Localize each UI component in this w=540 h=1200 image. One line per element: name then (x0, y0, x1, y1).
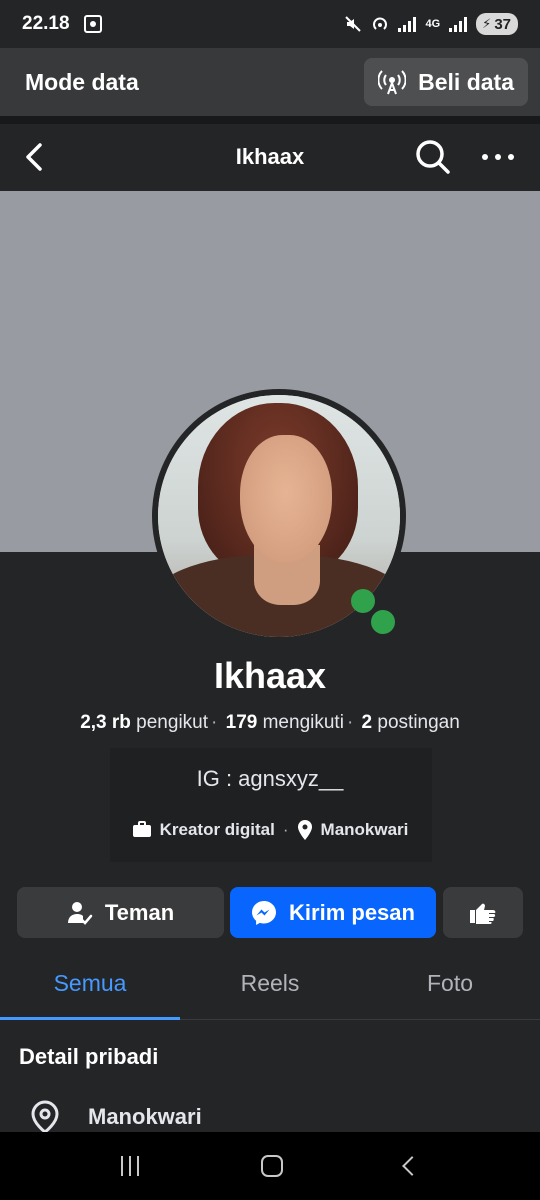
friend-check-icon (67, 901, 93, 925)
more-actions-button[interactable] (443, 887, 523, 938)
hand-point-icon (470, 903, 496, 924)
more-icon[interactable] (478, 142, 518, 172)
tab-all[interactable]: Semua (0, 958, 180, 1020)
send-message-label: Kirim pesan (289, 899, 415, 925)
signal-icon-2 (449, 16, 468, 32)
tab-reels[interactable]: Reels (180, 958, 360, 1019)
recent-apps-icon[interactable] (121, 1156, 139, 1176)
following-count[interactable]: 179 (226, 712, 258, 733)
posts-label: postingan (377, 712, 460, 733)
detail-location-row: Manokwari (30, 1100, 202, 1134)
send-message-button[interactable]: Kirim pesan (230, 887, 436, 938)
online-status-indicator (351, 589, 375, 613)
profile-bio: IG : agnsxyz__ (196, 766, 344, 791)
profile-header: Ikhaax (0, 124, 540, 190)
tab-photos[interactable]: Foto (360, 958, 540, 1019)
location-pin-icon (297, 820, 312, 840)
status-icons: 4G ⚡ 37 (344, 13, 518, 35)
network-type: 4G (425, 18, 441, 30)
profile-location: Manokwari (320, 820, 409, 839)
briefcase-icon (132, 821, 151, 837)
followers-count[interactable]: 2,3 rb (80, 712, 131, 733)
mute-icon (345, 16, 362, 32)
posts-count: 2 (361, 712, 373, 733)
followers-label[interactable]: pengikut (136, 712, 208, 733)
status-bar: 22.18 4G ⚡ 37 (0, 0, 540, 48)
status-time: 22.18 (22, 13, 70, 34)
home-icon[interactable] (261, 1155, 283, 1177)
data-mode-banner: Mode data Beli data (0, 48, 540, 116)
profile-meta: Kreator digital · Manokwari (0, 820, 540, 840)
hotspot-icon (373, 17, 388, 30)
signal-icon (398, 16, 417, 32)
system-back-icon[interactable] (402, 1156, 422, 1176)
following-label[interactable]: mengikuti (263, 712, 344, 733)
divider (0, 116, 540, 124)
buy-data-label: Beli data (418, 68, 514, 95)
battery-level: 37 (494, 15, 511, 33)
header-title: Ikhaax (235, 144, 305, 169)
friend-button[interactable]: Teman (17, 887, 224, 938)
profile-category: Kreator digital (159, 820, 275, 839)
profile-tabs: Semua Reels Foto (0, 958, 540, 1020)
system-nav-bar (0, 1132, 540, 1200)
messenger-icon (252, 900, 277, 925)
profile-stats: 2,3 rb pengikut · 179 mengikuti · 2 postin… (80, 712, 460, 733)
search-icon[interactable] (414, 138, 452, 176)
detail-location: Manokwari (88, 1104, 202, 1129)
buy-data-button[interactable]: Beli data (364, 58, 528, 106)
personal-details-title: Detail pribadi (19, 1044, 159, 1069)
online-status-indicator-2 (371, 610, 395, 634)
screenshot-icon (83, 15, 102, 33)
data-mode-title: Mode data (25, 68, 139, 95)
location-pin-icon (31, 1100, 59, 1134)
profile-name: Ikhaax (213, 655, 327, 696)
battery-icon: ⚡ 37 (476, 13, 518, 35)
friend-button-label: Teman (104, 899, 175, 925)
antenna-icon (378, 70, 407, 95)
